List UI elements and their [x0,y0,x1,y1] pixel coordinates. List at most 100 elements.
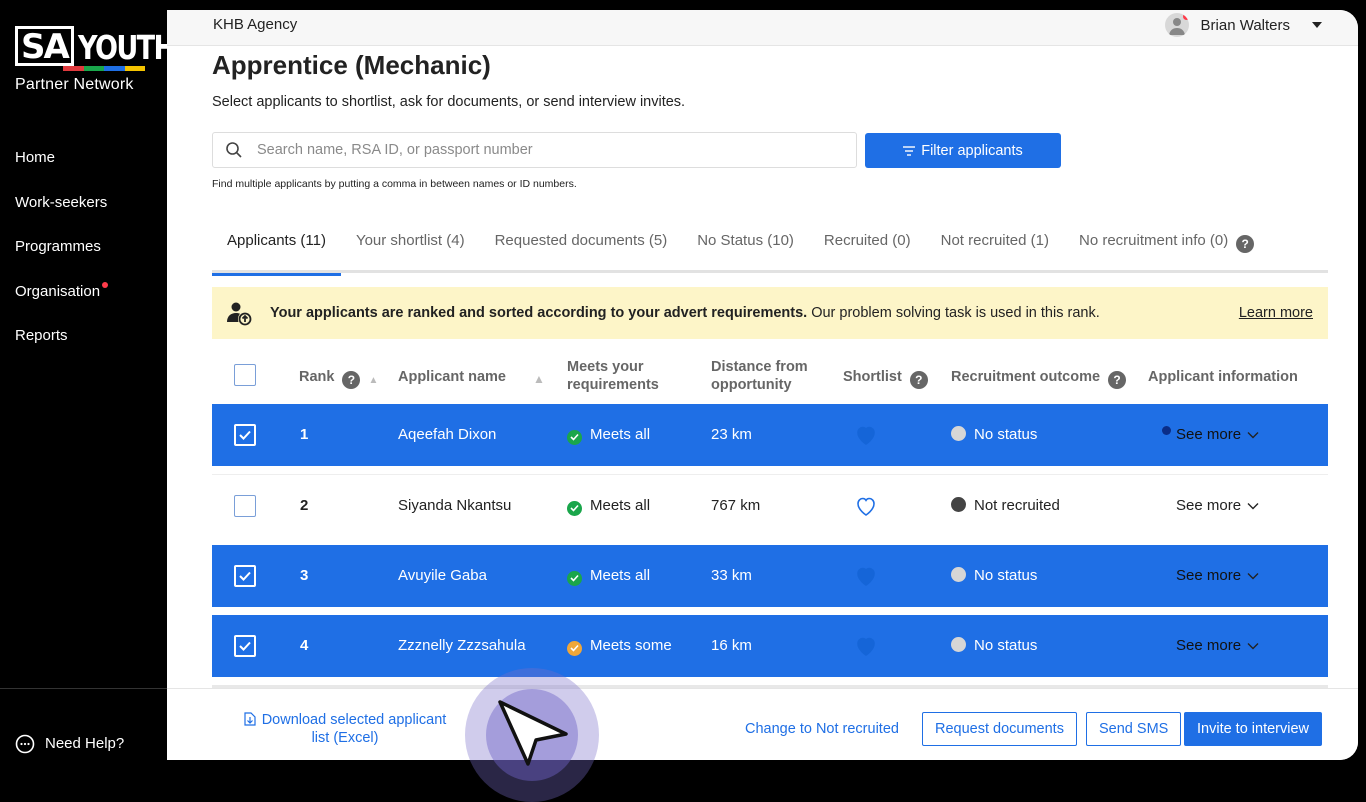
meets-label: Meets all [590,426,651,443]
row-checkbox[interactable] [234,424,256,446]
unread-dot [1162,426,1171,435]
chevron-down-icon [1247,572,1259,579]
help-icon[interactable]: ? [342,371,361,389]
header-label: Shortlist [843,369,902,385]
recruitment-outcome[interactable]: No status [951,426,1037,444]
check-circle-icon [567,500,582,516]
change-not-recruited-link[interactable]: Change to Not recruited [745,721,899,737]
tab-requested-documents[interactable]: Requested documents (5) [480,220,683,273]
tab-no-status[interactable]: No Status (10) [682,220,809,273]
search-hint: Find multiple applicants by putting a co… [212,178,577,190]
tab-label: Recruited (0) [823,232,911,249]
row-checkbox[interactable] [234,495,256,517]
header-label: Recruitment outcome [951,369,1101,385]
rank-value: 4 [300,637,309,654]
table-row[interactable]: 4 Zzznelly Zzzsahula Meets some 16 km No sta… [212,615,1328,677]
send-sms-button[interactable]: Send SMS [1086,712,1182,746]
tab-no-recruitment-info[interactable]: No recruitment info (0)? [1064,220,1269,273]
search-icon [226,142,242,158]
filter-applicants-button[interactable]: Filter applicants [865,133,1061,168]
tab-shortlist[interactable]: Your shortlist (4) [341,220,480,273]
row-checkbox[interactable] [234,565,256,587]
heart-icon[interactable] [854,423,878,447]
heart-icon[interactable] [854,494,878,518]
invite-to-interview-button[interactable]: Invite to interview [1184,712,1323,746]
app-frame: SA YOUTH Partner Network Home Work-seeke… [0,0,1366,802]
rank-value: 3 [300,567,309,584]
banner-regular-text: Our problem solving task is used in this… [807,305,1100,321]
sidebar-item-label: Organisation [15,282,101,300]
heart-icon[interactable] [854,564,878,588]
tab-label: Requested documents (5) [494,232,668,249]
chevron-down-icon [1247,502,1259,509]
help-icon[interactable]: ? [1108,371,1127,389]
header-rank[interactable]: Rank? ▲ [299,368,378,390]
meets-label: Meets some [590,637,672,654]
learn-more-link[interactable]: Learn more [1239,305,1313,321]
check-circle-icon [567,429,582,445]
request-documents-button[interactable]: Request documents [922,712,1077,746]
search-input[interactable] [257,142,817,158]
meets-requirements: Meets all [567,567,650,586]
distance-value: 23 km [711,426,752,443]
header-label: Distance from [711,359,808,375]
sidebar: SA YOUTH Partner Network Home Work-seeke… [0,0,176,768]
applicant-name[interactable]: Siyanda Nkantsu [398,497,511,515]
ranking-banner: Your applicants are ranked and sorted ac… [212,287,1328,339]
sort-icon[interactable]: ▲ [368,372,378,390]
download-excel-link[interactable]: Download selected applicant list (Excel) [235,711,455,747]
outcome-label: Not recruited [974,497,1060,514]
sidebar-item-work-seekers[interactable]: Work-seekers [15,193,107,238]
logo-tagline: Partner Network [15,76,134,93]
heart-icon[interactable] [854,634,878,658]
header-label: Applicant information [1148,369,1298,385]
search-box[interactable] [212,132,857,168]
row-checkbox[interactable] [234,635,256,657]
tab-not-recruited[interactable]: Not recruited (1) [926,220,1064,273]
sidebar-nav: Home Work-seekers Programmes Organisatio… [15,148,109,371]
tab-applicants[interactable]: Applicants (11) [212,220,341,276]
applicant-name[interactable]: Aqeefah Dixon [398,426,496,444]
user-name: Brian Walters [1200,16,1290,34]
recruitment-outcome[interactable]: No status [951,567,1037,585]
chevron-down-icon [1247,431,1259,438]
tab-label: Not recruited (1) [940,232,1049,249]
user-menu[interactable]: Brian Walters [1164,13,1322,37]
download-label: Download selected applicant list (Excel) [261,712,447,746]
applicant-name[interactable]: Zzznelly Zzzsahula [398,637,526,655]
header-label: Meets your [567,359,644,375]
select-all-checkbox[interactable] [234,364,256,386]
page-title: Apprentice (Mechanic) [212,50,491,80]
notification-dot [102,281,109,288]
help-icon[interactable]: ? [909,371,928,389]
distance-value: 16 km [711,637,752,654]
table-row[interactable]: 1 Aqeefah Dixon Meets all 23 km No status See… [212,404,1328,466]
sidebar-item-organisation[interactable]: Organisation [15,281,109,327]
recruitment-outcome[interactable]: Not recruited [951,497,1060,515]
sidebar-item-programmes[interactable]: Programmes [15,237,107,282]
need-help-button[interactable]: Need Help? [0,688,167,768]
table-row[interactable]: 2 Siyanda Nkantsu Meets all 767 km Not recru… [212,474,1328,536]
header-applicant-name[interactable]: Applicant name [398,368,506,386]
see-more-button[interactable]: See more [1162,426,1259,443]
sort-icon[interactable]: ▲ [533,370,545,388]
tab-label: Applicants (11) [227,232,326,249]
see-more-button[interactable]: See more [1176,567,1259,584]
applicant-name[interactable]: Avuyile Gaba [398,567,487,585]
topbar: KHB Agency Brian Walters [167,10,1358,46]
see-more-button[interactable]: See more [1176,637,1259,654]
see-more-button[interactable]: See more [1176,497,1259,514]
table-header: Rank? ▲ Applicant name ▲ Meets your requir… [212,350,1328,404]
meets-requirements: Meets all [567,426,650,445]
status-dot-icon [951,567,966,582]
banner-bold-text: Your applicants are ranked and sorted ac… [270,305,808,321]
notification-dot [1182,13,1189,20]
logo[interactable]: SA YOUTH Partner Network [15,26,176,94]
sidebar-item-home[interactable]: Home [15,148,107,193]
sidebar-item-label: Work-seekers [15,193,108,211]
recruitment-outcome[interactable]: No status [951,637,1037,655]
help-icon[interactable]: ? [1236,235,1255,253]
tab-recruited[interactable]: Recruited (0) [809,220,926,273]
sidebar-item-reports[interactable]: Reports [15,326,107,371]
table-row[interactable]: 3 Avuyile Gaba Meets all 33 km No status See … [212,545,1328,607]
